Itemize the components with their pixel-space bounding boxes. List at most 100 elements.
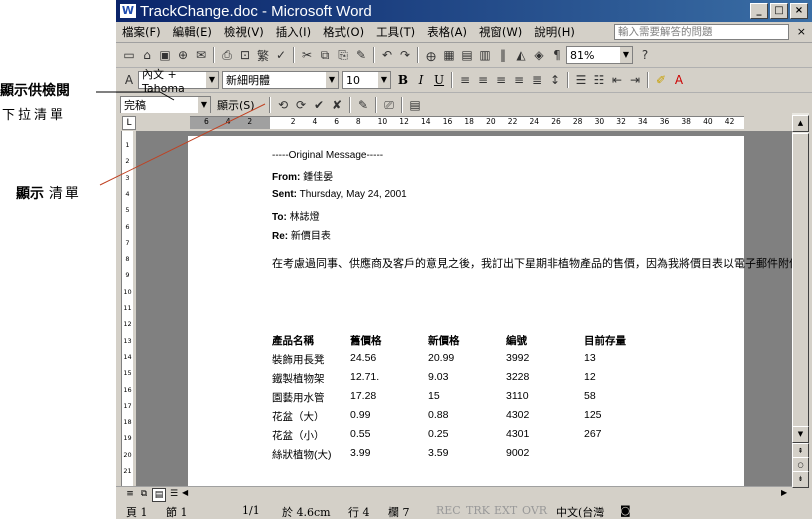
accept-change-icon[interactable]: ✔ [310, 96, 328, 114]
status-col: 欄 7 [388, 506, 410, 519]
align-right-icon[interactable]: ≡ [492, 71, 510, 89]
format-painter-icon[interactable]: ✎ [352, 46, 370, 64]
re-line: Re: 新價目表 [272, 231, 331, 242]
sent-line: Sent: Thursday, May 24, 2001 [272, 189, 407, 200]
italic-button[interactable]: I [412, 71, 430, 89]
bold-button[interactable]: B [394, 71, 412, 89]
status-rec[interactable]: REC [436, 504, 461, 517]
undo-icon[interactable]: ↶ [378, 46, 396, 64]
ruler-tick-label: 38 [681, 117, 691, 126]
minimize-button[interactable]: _ [750, 3, 768, 19]
justify-icon[interactable]: ≡ [510, 71, 528, 89]
close-button[interactable]: × [790, 3, 808, 19]
web-view-icon[interactable]: ⧉ [138, 488, 150, 500]
highlight-icon[interactable]: ✐ [652, 71, 670, 89]
reject-change-icon[interactable]: ✘ [328, 96, 346, 114]
font-size-select[interactable]: 10 ▼ [342, 71, 391, 89]
drawing-icon[interactable]: ◭ [512, 46, 530, 64]
document-page[interactable]: -----Original Message----- From: 鍾佳晏 Sen… [188, 136, 792, 486]
outline-view-icon[interactable]: ☰ [168, 488, 180, 500]
scroll-up-icon[interactable]: ▲ [792, 115, 809, 132]
menu-view[interactable]: 檢視(V) [218, 24, 270, 40]
print-preview-icon[interactable]: ⊡ [236, 46, 254, 64]
scroll-thumb[interactable] [792, 133, 809, 430]
vertical-ruler[interactable]: 1 2 3 4 5 6 7 8 9 10 11 12 13 14 15 16 17 18 19 20 21 [116, 131, 136, 486]
increase-indent-icon[interactable]: ⇥ [626, 71, 644, 89]
maximize-button[interactable]: □ [770, 3, 788, 19]
new-icon[interactable]: ▭ [120, 46, 138, 64]
insert-table-icon[interactable]: ▤ [458, 46, 476, 64]
help-search-input[interactable]: 輸入需要解答的問題 [614, 24, 789, 40]
decrease-indent-icon[interactable]: ⇤ [608, 71, 626, 89]
ruler-tick-label: 16 [442, 117, 453, 126]
menu-insert[interactable]: 插入(I) [270, 24, 317, 40]
menu-help[interactable]: 說明(H) [528, 24, 581, 40]
next-page-icon[interactable]: ⇟ [792, 471, 809, 488]
document-map-icon[interactable]: ◈ [530, 46, 548, 64]
previous-change-icon[interactable]: ⟲ [274, 96, 292, 114]
next-change-icon[interactable]: ⟳ [292, 96, 310, 114]
spelling-status-icon[interactable]: ◙ [620, 504, 631, 517]
vertical-scrollbar[interactable]: ▲ ▼ ⇞ ○ ⇟ [792, 113, 809, 488]
scroll-left-icon[interactable]: ◀ [182, 488, 188, 497]
horizontal-ruler[interactable]: L 6 4 2 2 4 6 8 10 12 14 16 18 20 22 24 26 28 30 32 34 36 38 4… [116, 113, 812, 131]
open-icon[interactable]: ⌂ [138, 46, 156, 64]
normal-view-icon[interactable]: ≡ [124, 488, 136, 500]
display-for-review-select[interactable]: 完稿 ▼ [120, 96, 211, 114]
email-icon[interactable]: ✉ [192, 46, 210, 64]
style-select[interactable]: 內文 + Tahoma ▼ [138, 68, 219, 95]
styles-pane-icon[interactable]: A [120, 71, 138, 89]
vertical-ruler-tick-label: 5 [125, 206, 130, 215]
horizontal-scrollbar[interactable]: ≡ ⧉ ▤ ☰ ◀ ▶ [116, 486, 792, 502]
to-line: To: 林誌燈 [272, 212, 320, 223]
status-ext[interactable]: EXT [494, 504, 517, 517]
underline-button[interactable]: U [430, 71, 448, 89]
insert-comment-icon[interactable]: ✎ [354, 96, 372, 114]
table-cell: 9.03 [428, 371, 449, 383]
tab-selector[interactable]: L [122, 116, 136, 130]
print-icon[interactable]: ⎙ [218, 46, 236, 64]
redo-icon[interactable]: ↷ [396, 46, 414, 64]
help-icon[interactable]: ? [636, 46, 654, 64]
paste-icon[interactable]: ⎘ [334, 46, 352, 64]
word-app-icon[interactable]: W [120, 4, 136, 18]
print-layout-icon[interactable]: ▤ [152, 488, 166, 502]
menu-window[interactable]: 視窗(W) [473, 24, 528, 40]
columns-icon[interactable]: ‖ [494, 46, 512, 64]
bullets-icon[interactable]: ☷ [590, 71, 608, 89]
menu-tools[interactable]: 工具(T) [370, 24, 421, 40]
font-select[interactable]: 新細明體 ▼ [222, 71, 339, 89]
doc-close-icon[interactable]: × [797, 25, 806, 38]
reviewing-pane-icon[interactable]: ▤ [406, 96, 424, 114]
insert-excel-icon[interactable]: ▥ [476, 46, 494, 64]
font-color-icon[interactable]: A [670, 71, 688, 89]
document-area: -----Original Message----- From: 鍾佳晏 Sen… [136, 131, 792, 486]
menu-file[interactable]: 檔案(F) [116, 24, 167, 40]
line-spacing-icon[interactable]: ↕ [546, 71, 564, 89]
hyperlink-icon[interactable]: 🜨 [422, 46, 440, 64]
menu-table[interactable]: 表格(A) [421, 24, 473, 40]
numbering-icon[interactable]: ☰ [572, 71, 590, 89]
zoom-select[interactable]: 81% ▼ [566, 46, 633, 64]
status-trk[interactable]: TRK [466, 504, 490, 517]
tables-icon[interactable]: ▦ [440, 46, 458, 64]
show-menu-button[interactable]: 顯示(S) [214, 97, 263, 113]
scroll-right-icon[interactable]: ▶ [781, 488, 787, 497]
spelling-icon[interactable]: ✓ [272, 46, 290, 64]
research-icon[interactable]: 繁 [254, 46, 272, 64]
align-center-icon[interactable]: ≡ [474, 71, 492, 89]
permission-icon[interactable]: ⊕ [174, 46, 192, 64]
show-hide-icon[interactable]: ¶ [548, 46, 566, 64]
menu-edit[interactable]: 編輯(E) [167, 24, 218, 40]
table-cell: 0.99 [350, 409, 371, 421]
vertical-ruler-tick-label: 18 [123, 418, 132, 427]
menu-format[interactable]: 格式(O) [317, 24, 370, 40]
status-ovr[interactable]: OVR [522, 504, 547, 517]
distributed-icon[interactable]: ≣ [528, 71, 546, 89]
track-changes-icon[interactable]: ⎚ [380, 96, 398, 114]
cut-icon[interactable]: ✂ [298, 46, 316, 64]
copy-icon[interactable]: ⧉ [316, 46, 334, 64]
scroll-down-icon[interactable]: ▼ [792, 426, 809, 443]
align-left-icon[interactable]: ≡ [456, 71, 474, 89]
save-icon[interactable]: ▣ [156, 46, 174, 64]
